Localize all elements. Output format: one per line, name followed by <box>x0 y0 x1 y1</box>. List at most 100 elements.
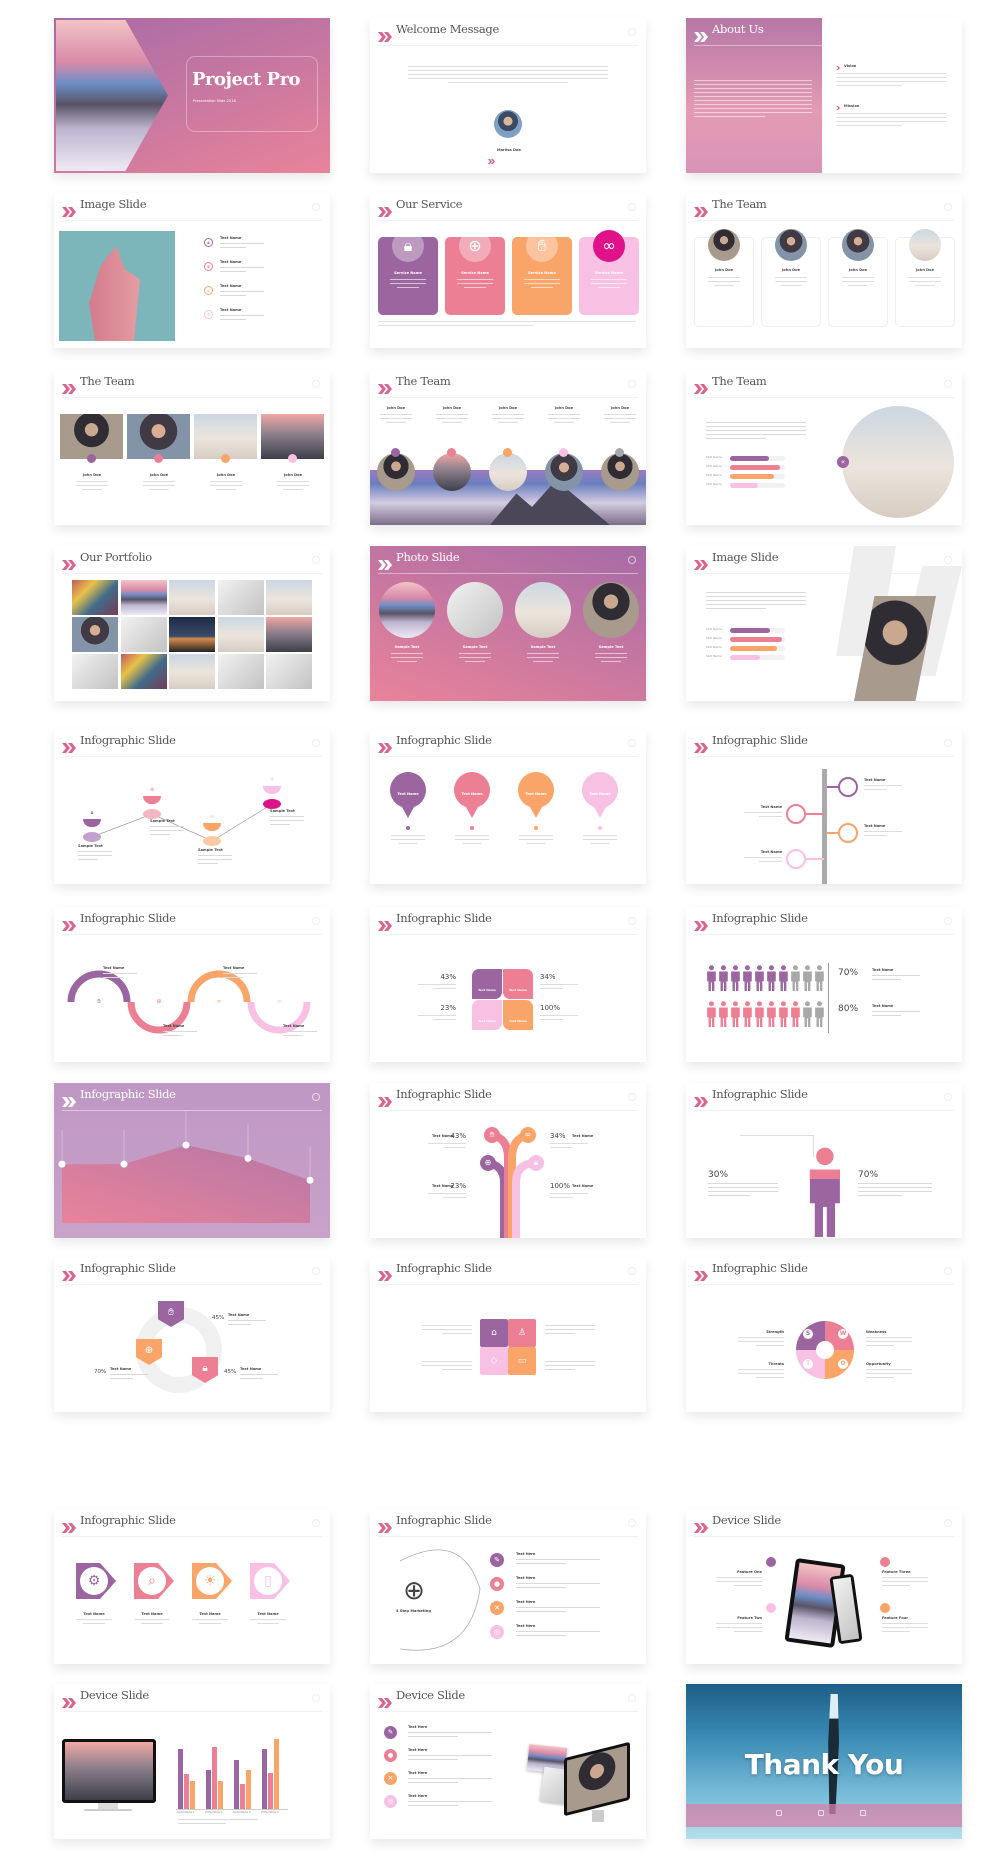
slide-thumbnail-timeline[interactable]: Infographic Slide Text Name Text Name Text … <box>686 729 962 884</box>
slide-thumbnail-person[interactable]: Infographic Slide 30% 70% <box>686 1083 962 1238</box>
portfolio-image[interactable] <box>120 654 167 689</box>
data-point <box>306 1176 314 1184</box>
page-number-badge <box>312 556 320 564</box>
item-title: Sample Text <box>462 645 488 649</box>
item-title: Text Name <box>220 308 242 312</box>
slide-thumbnail-puzzle[interactable]: Infographic Slide ⌂ ♙ ◇ ▭ <box>370 1257 646 1412</box>
portfolio-image[interactable] <box>217 654 264 689</box>
chevron-icon <box>378 27 392 42</box>
slide-thumbnail-cycle[interactable]: Infographic Slide ✋︎ 🔒︎ ⊕ 45% Text Name 45% Tex… <box>54 1257 330 1412</box>
portfolio-image[interactable] <box>120 580 167 615</box>
slide-thumbnail-welcome[interactable]: Welcome Message Marlisa Doe <box>370 18 646 173</box>
slide-thumbnail-swot[interactable]: Infographic Slide S W T O Strength Weakness Thr… <box>686 1257 962 1412</box>
phone-icon: ▯ <box>254 1567 282 1595</box>
text-line <box>836 121 946 123</box>
member-name: John Doe <box>283 473 303 477</box>
slide-thumbnail-team-photos[interactable]: The Team John Doe John Doe John Doe John Doe <box>54 370 330 525</box>
slide-thumbnail-about[interactable]: About Us Vision Mission <box>686 18 962 173</box>
skill-label: Skill Name <box>706 627 722 631</box>
item-title: Text Here <box>516 1576 536 1580</box>
slide-thumbnail-cover[interactable]: Project Pro Presentation Slide 2018 <box>54 18 330 173</box>
page-number-badge <box>944 203 952 211</box>
person-icon <box>718 965 729 991</box>
text-line <box>428 1143 466 1145</box>
portfolio-image[interactable] <box>120 617 167 652</box>
slide-thumbnail-tree[interactable]: Infographic Slide ⊕ ✋︎ ∞ 🔒︎ 43% Text Name 34% Te… <box>370 1083 646 1238</box>
text-line <box>545 1361 595 1363</box>
text-line <box>220 247 247 249</box>
text-line <box>397 661 417 663</box>
text-line <box>464 287 486 289</box>
portfolio-image[interactable] <box>266 654 312 689</box>
slide-thumbnail-team-skills[interactable]: The Team Skill Name Skill Name Skill Name Sk… <box>686 370 962 525</box>
portfolio-image[interactable] <box>169 580 215 615</box>
text-line <box>540 1019 563 1021</box>
slide-thumbnail-zigzag[interactable]: Infographic Slide 🔒︎ Sample Text ⊕ Sample Te… <box>54 729 330 884</box>
slide-title: About Us <box>712 22 764 36</box>
portfolio-image[interactable] <box>72 580 118 615</box>
portfolio-image[interactable] <box>266 580 312 615</box>
body-text-lines <box>422 1325 472 1337</box>
skill-bar-fill <box>730 456 769 461</box>
slide-thumbnail-portfolio[interactable]: Our Portfolio <box>54 546 330 701</box>
slide-thumbnail-people[interactable]: Infographic Slide 70% Text Name 80% Text Nam… <box>686 907 962 1062</box>
slide-thumbnail-team-cards[interactable]: The Team John Doe John Doe John Doe John Doe <box>686 193 962 348</box>
slide-thumbnail-photo[interactable]: Photo Slide Sample Text Sample Text Sample … <box>370 546 646 701</box>
slide-thumbnail-team-mountain[interactable]: The Team John Doe John Doe John Doe John Doe… <box>370 370 646 525</box>
portfolio-image[interactable] <box>266 617 312 652</box>
text-line <box>457 283 493 285</box>
text-line <box>457 279 493 281</box>
slide-thumbnail-image-list[interactable]: Image Slide 🔒︎ Text Name ⊕ Text Name ∞ Text Na… <box>54 193 330 348</box>
slide-thumbnail-service[interactable]: Our Service 🔒︎ Service Name ⊕ Service Name ✋︎… <box>370 193 646 348</box>
body-text-lines <box>178 1819 258 1827</box>
portfolio-image[interactable] <box>169 654 215 689</box>
author-photo <box>494 110 522 138</box>
slide-thumbnail-thanks[interactable]: Thank You <box>686 1684 962 1839</box>
slide-thumbnail-arrows[interactable]: Infographic Slide ⚙ Text Name ⌕ Text Name ☀ Te… <box>54 1509 330 1664</box>
timeline-stub <box>827 786 838 788</box>
slide-thumbnail-phone[interactable]: Device Slide Feature One Feature Three Feat… <box>686 1509 962 1664</box>
portfolio-image[interactable] <box>217 580 264 615</box>
text-line <box>422 1329 472 1331</box>
slide-title: Infographic Slide <box>712 1261 808 1275</box>
portfolio-image[interactable] <box>72 654 118 689</box>
portfolio-image[interactable] <box>217 617 264 652</box>
text-line <box>250 1619 286 1621</box>
header-divider <box>378 45 638 46</box>
text-line <box>78 851 112 853</box>
text-line <box>744 857 782 859</box>
text-line <box>459 657 491 659</box>
text-line <box>781 285 801 287</box>
body-text-lines <box>198 855 232 867</box>
text-line <box>210 485 242 487</box>
slide-thumbnail-wave[interactable]: Infographic Slide ✋︎ Text Name ⊕ Text Name ∞ T… <box>54 907 330 1062</box>
slide-thumbnail-area[interactable]: Infographic Slide <box>54 1083 330 1238</box>
feature-title: Feature One <box>737 1570 762 1574</box>
slide-thumbnail-pins[interactable]: Infographic Slide Text Name Text Name Text … <box>370 729 646 884</box>
text-line <box>408 1782 459 1784</box>
body-text-lines <box>110 1374 148 1382</box>
text-line <box>433 988 456 990</box>
person-icon <box>754 1001 765 1027</box>
slide-thumbnail-monitor-chart[interactable]: Device Slide Data Name 1 Data Name 2 Data N… <box>54 1684 330 1839</box>
text-line <box>390 283 426 285</box>
person-icon <box>706 965 717 991</box>
slide-title: Image Slide <box>80 197 147 211</box>
slide-thumbnail-steps[interactable]: Infographic Slide ⊕ 4 Step Marketing ✎ Text … <box>370 1509 646 1664</box>
item-title: Sample Text <box>394 645 420 649</box>
body-text-lines <box>428 1143 466 1151</box>
slide-thumbnail-quad[interactable]: Infographic Slide Text Name Text Name Text … <box>370 907 646 1062</box>
portfolio-image[interactable] <box>169 617 215 652</box>
text-line <box>716 1623 762 1625</box>
portfolio-image[interactable] <box>72 617 118 652</box>
slide-thumbnail-image-skills[interactable]: Image Slide Skill Name Skill Name Skill Nam… <box>686 546 962 701</box>
body-text-lines <box>694 80 812 120</box>
text-line <box>519 839 553 841</box>
page-number-badge <box>628 739 636 747</box>
swot-label: Threats <box>768 1362 784 1366</box>
text-line <box>915 285 935 287</box>
body-text-lines <box>408 1778 492 1786</box>
text-line <box>149 489 169 491</box>
slide-thumbnail-icons-monitor[interactable]: Device Slide ✎ Text Here ● Text Here ✕ Text He… <box>370 1684 646 1839</box>
body-text-lines <box>380 414 412 426</box>
